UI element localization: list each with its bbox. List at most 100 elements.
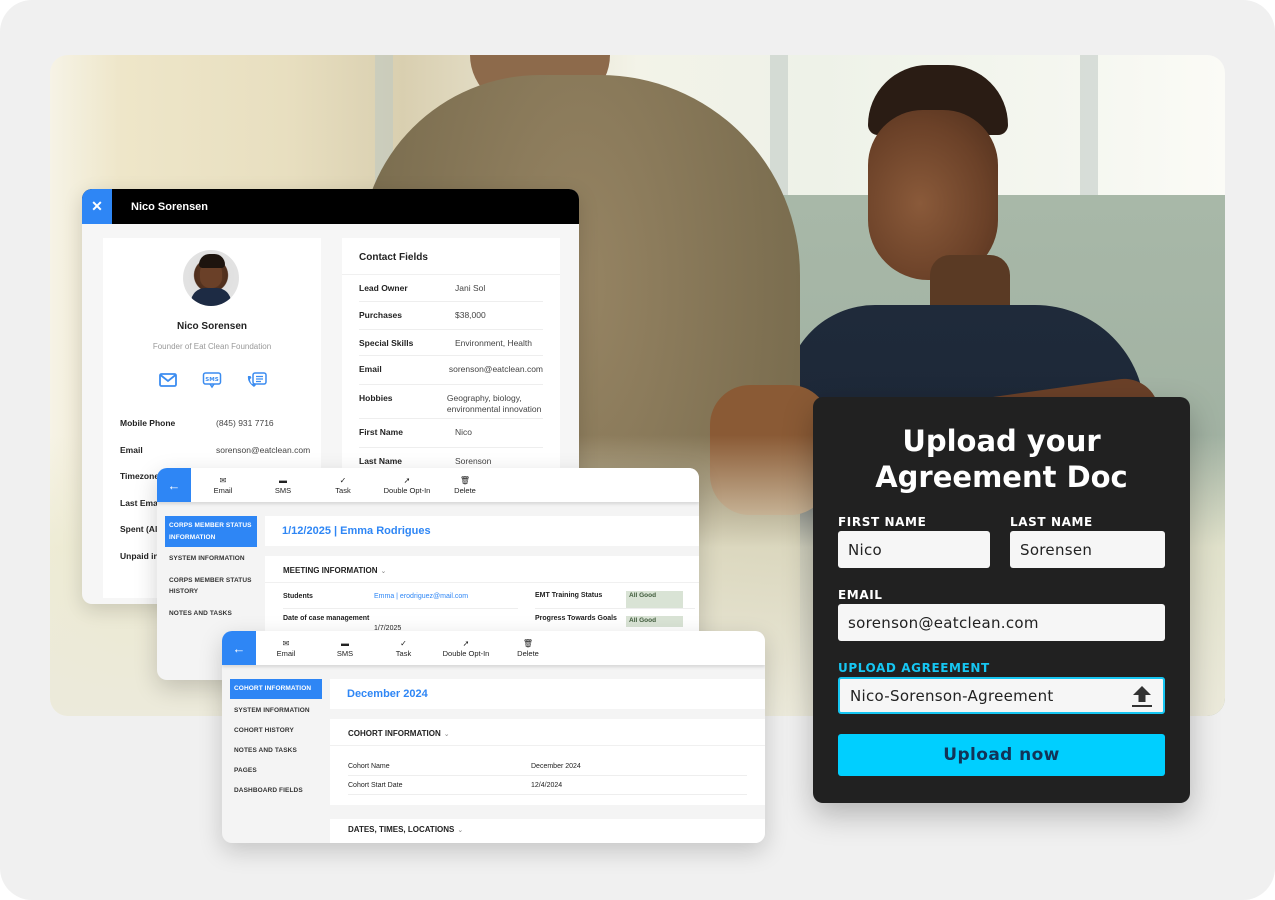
back-button[interactable]: ← [157,468,191,502]
toolbar-task-button[interactable]: ✓ Task [312,468,374,502]
cursor-click-icon: ➚ [403,475,411,485]
record-toolbar: ← ✉ Email ▬ SMS ✓ Task ➚ Double Opt-In 🗑 Dele… [157,468,699,502]
status-badge: All Good [626,591,683,608]
form-title: Upload your Agreement Doc [875,424,1128,494]
section-title[interactable]: MEETING INFORMATION ⌄ [265,556,699,583]
sms-icon[interactable]: SMS [202,371,222,389]
toolbar-label: Delete [454,485,476,495]
contact-field-row: First Name Nico [359,419,543,448]
contact-field-row: Hobbies Geography, biology, environmental… [359,385,543,419]
upload-icon[interactable] [1131,684,1153,708]
section-title[interactable]: DATES, TIMES, LOCATIONS ⌄ [330,819,765,843]
first-name-label: FIRST NAME [838,515,927,529]
arrow-left-icon: ← [232,640,246,656]
toolbar-label: Task [395,648,412,658]
field-value: Jani Sol [455,283,486,293]
email-icon[interactable] [158,371,178,389]
profile-role: Founder of Eat Clean Foundation [152,342,272,351]
sidebar-item-pages[interactable]: PAGES [230,761,322,781]
record-toolbar: ← ✉ Email ▬ SMS ✓ Task ➚ Double Opt-In 🗑 Dele… [222,631,765,665]
back-button[interactable]: ← [222,631,256,665]
field-row: Students Emma | erodriguez@mail.com [283,589,518,609]
sidebar-item-system-information[interactable]: SYSTEM INFORMATION [230,701,322,721]
toolbar-label: Email [213,485,233,495]
chevron-down-icon: ⌄ [380,568,387,575]
email-label: EMAIL [838,588,883,602]
contact-card-title: Nico Sorensen [131,200,209,213]
field-label: Lead Owner [359,283,408,293]
close-button[interactable]: ✕ [82,189,112,224]
toolbar-label: Double Opt-In [383,485,431,495]
phone-list-icon[interactable] [246,371,267,389]
sidebar-item-notes-and-tasks[interactable]: NOTES AND TASKS [165,604,257,624]
toolbar-sms-button[interactable]: ▬ SMS [254,468,312,502]
envelope-icon: ✉ [282,638,290,648]
toolbar-label: Email [276,648,296,658]
field-label: Cohort Name [348,762,390,770]
chevron-down-icon: ⌄ [443,731,450,738]
upload-agreement-field[interactable]: Nico-Sorenson-Agreement [838,677,1165,714]
check-icon: ✓ [339,475,347,485]
sidebar-item-system-information[interactable]: SYSTEM INFORMATION [165,549,257,569]
field-label: Email [359,364,382,374]
toolbar-task-button[interactable]: ✓ Task [375,631,432,665]
last-name-field[interactable]: Sorensen [1010,531,1165,568]
last-name-label: LAST NAME [1010,515,1093,529]
field-label: Email [120,444,143,455]
toolbar-email-button[interactable]: ✉ Email [257,631,315,665]
cohort-record-window: ← ✉ Email ▬ SMS ✓ Task ➚ Double Opt-In 🗑 Dele… [222,631,765,843]
field-label: Special Skills [359,338,414,348]
field-value: Nico [455,427,473,437]
close-icon: ✕ [91,198,103,214]
avatar [183,250,239,306]
toolbar-label: Double Opt-In [442,648,490,658]
sidebar-item-dashboard-fields[interactable]: DASHBOARD FIELDS [230,781,322,801]
upload-agreement-form: Upload your Agreement Doc FIRST NAME Nico… [813,397,1190,803]
sidebar-item-corps-member-status-information[interactable]: CORPS MEMBER STATUS INFORMATION [165,516,257,547]
section-title[interactable]: COHORT INFORMATION ⌄ [330,719,765,746]
record-heading: 1/12/2025 | Emma Rodrigues [265,516,699,546]
chat-icon: ▬ [279,475,287,485]
toolbar-delete-button[interactable]: 🗑 Delete [500,631,556,665]
dates-times-locations-section: DATES, TIMES, LOCATIONS ⌄ [330,819,765,843]
field-label: Mobile Phone [120,418,176,428]
chevron-down-icon: ⌄ [457,827,464,834]
chat-icon: ▬ [341,638,349,648]
toolbar-label: Delete [517,648,539,658]
status-badge: All Good [626,616,683,627]
field-value: sorenson@eatclean.com [448,364,543,374]
upload-agreement-label: UPLOAD AGREEMENT [838,661,990,675]
toolbar-double-opt-in-button[interactable]: ➚ Double Opt-In [432,631,500,665]
contact-field-row: Email sorenson@eatclean.com [359,356,543,385]
field-label: Hobbies [359,393,393,403]
check-icon: ✓ [400,638,407,648]
profile-actions: SMS [103,371,321,389]
toolbar-double-opt-in-button[interactable]: ➚ Double Opt-In [374,468,440,502]
toolbar-delete-button[interactable]: 🗑 Delete [440,468,490,502]
toolbar-label: SMS [336,648,354,658]
upload-now-button[interactable]: Upload now [838,734,1165,776]
toolbar-email-button[interactable]: ✉ Email [192,468,254,502]
field-label: First Name [359,427,403,437]
sidebar-item-cohort-information[interactable]: COHORT INFORMATION [230,679,322,699]
email-field[interactable]: sorenson@eatclean.com [838,604,1165,641]
sidebar-item-cohort-history[interactable]: COHORT HISTORY [230,721,322,741]
contact-field-row: Purchases $38,000 [359,302,543,330]
profile-name: Nico Sorensen [176,321,248,332]
toolbar-sms-button[interactable]: ▬ SMS [315,631,375,665]
cursor-click-icon: ➚ [462,638,470,648]
field-value: (845) 931 7716 [216,418,274,428]
envelope-icon: ✉ [219,475,227,485]
record-heading: December 2024 [330,679,765,709]
student-link[interactable]: Emma | erodriguez@mail.com [374,592,468,608]
field-value: $38,000 [455,310,486,320]
field-value: December 2024 [531,762,581,770]
upload-file-name: Nico-Sorenson-Agreement [850,686,1054,705]
toolbar-label: SMS [274,485,292,495]
field-value: Geography, biology, environmental innova… [446,393,542,414]
sidebar-item-notes-and-tasks[interactable]: NOTES AND TASKS [230,741,322,761]
field-label: Students [283,593,313,600]
first-name-field[interactable]: Nico [838,531,990,568]
contact-card-header: ✕ Nico Sorensen [82,189,579,224]
sidebar-item-corps-member-status-history[interactable]: CORPS MEMBER STATUS HISTORY [165,571,257,602]
